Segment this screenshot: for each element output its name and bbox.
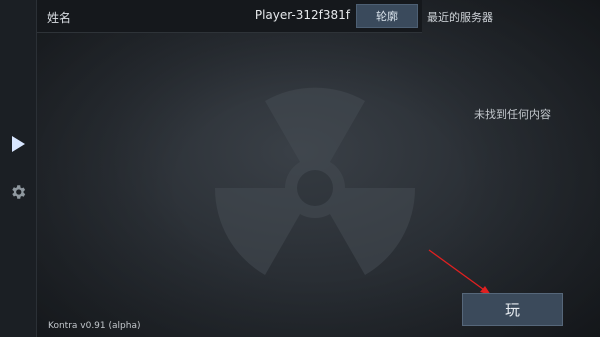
app-window: 姓名 Player-312f381f 轮廓 最近的服务器 未找到任何内容 Kon… bbox=[0, 0, 600, 337]
name-bar: 姓名 Player-312f381f 轮廓 bbox=[37, 0, 422, 33]
servers-empty-message: 未找到任何内容 bbox=[474, 108, 551, 121]
profile-button[interactable]: 轮廓 bbox=[356, 4, 418, 28]
radiation-symbol-background bbox=[214, 87, 416, 275]
play-button[interactable]: 玩 bbox=[462, 293, 563, 326]
player-name-field[interactable]: Player-312f381f bbox=[255, 8, 350, 22]
sidebar bbox=[0, 0, 37, 337]
red-arrow-annotation bbox=[428, 249, 491, 295]
recent-servers-title: 最近的服务器 bbox=[427, 11, 493, 24]
nav-play-button[interactable] bbox=[6, 132, 30, 156]
gear-icon bbox=[12, 185, 26, 199]
main-panel: 姓名 Player-312f381f 轮廓 最近的服务器 未找到任何内容 Kon… bbox=[37, 0, 600, 337]
version-label: Kontra v0.91 (alpha) bbox=[48, 321, 141, 331]
name-label: 姓名 bbox=[47, 11, 72, 25]
nav-settings-button[interactable] bbox=[6, 180, 30, 204]
play-icon bbox=[12, 136, 25, 152]
